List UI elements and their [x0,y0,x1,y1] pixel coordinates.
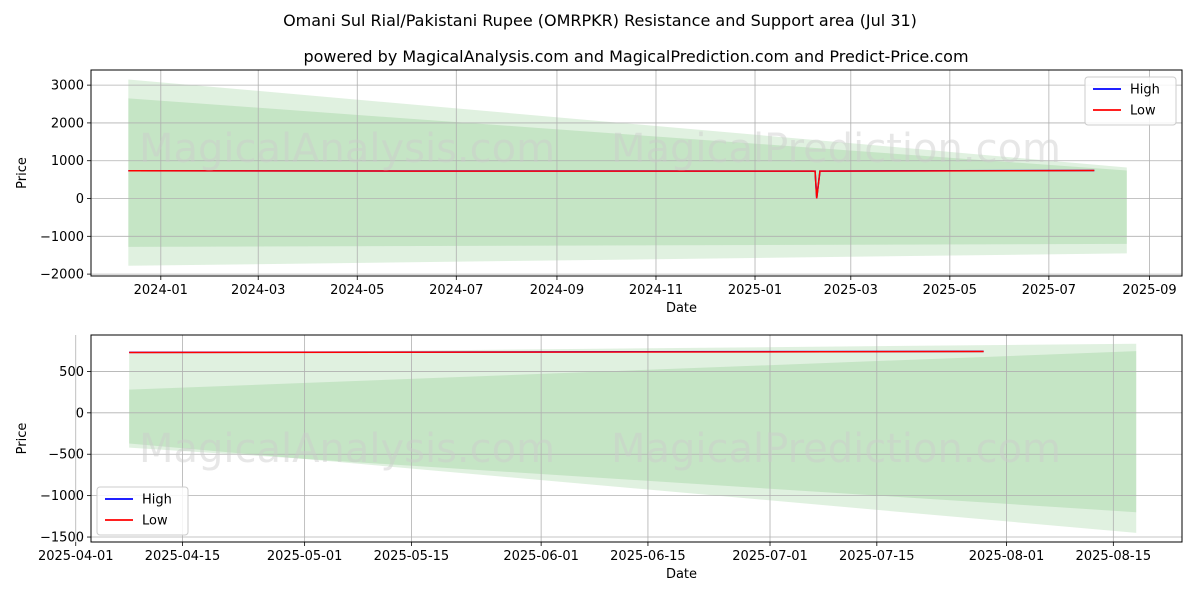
watermark-text: MagicalAnalysis.com [139,426,555,472]
y-tick-label: 2000 [51,116,84,131]
x-tick-label: 2025-01 [728,283,782,298]
watermark-text: MagicalPrediction.com [611,426,1061,472]
x-tick-label: 2024-07 [429,283,483,298]
x-tick-label: 2025-05 [923,283,977,298]
y-tick-label: −1000 [40,489,84,504]
legend-label-low: Low [1130,104,1156,119]
x-tick-label: 2025-07-15 [839,549,915,564]
x-tick-label: 2025-07 [1022,283,1076,298]
legend-label-high: High [142,493,172,508]
series-line-low [129,350,984,354]
x-tick-label: 2024-09 [530,283,584,298]
x-tick-label: 2025-07-01 [732,549,808,564]
x-tick-label: 2024-03 [231,283,285,298]
y-tick-label: −500 [48,448,84,463]
x-tick-label: 2025-06-01 [503,549,579,564]
chart-canvas: Omani Sul Rial/Pakistani Rupee (OMRPKR) … [15,11,1183,582]
x-tick-label: 2025-08-15 [1076,549,1152,564]
x-tick-label: 2025-04-01 [38,549,114,564]
x-tick-label: 2025-05-15 [374,549,450,564]
y-tick-label: −1500 [40,531,84,546]
legend: High Low [96,486,189,536]
y-axis-label: Price [15,157,30,189]
y-tick-label: 0 [76,192,84,207]
watermark-text: MagicalPrediction.com [611,126,1061,172]
panel-2: 2025-04-01 2025-04-15 2025-05-01 2025-05-15… [15,334,1183,582]
x-tick-label: 2024-01 [134,283,188,298]
y-tick-label: 3000 [51,79,84,94]
x-axis-label: Date [666,567,697,582]
y-tick-label: 0 [76,406,84,421]
band-area-2 [128,98,1127,247]
watermark-text: MagicalAnalysis.com [139,126,555,172]
x-tick-label: 2024-05 [330,283,384,298]
x-tick-label: 2025-06-15 [610,549,686,564]
x-tick-label: 2025-03 [824,283,878,298]
x-tick-label: 2025-04-15 [145,549,221,564]
y-tick-label: 500 [59,365,84,380]
x-tick-label: 2025-05-01 [267,549,343,564]
x-tick-label: 2025-09 [1122,283,1176,298]
y-axis-label: Price [15,423,30,455]
x-axis-label: Date [666,301,697,316]
panel-1: 2024-01 2024-03 2024-05 2024-07 2024-09 2024-… [15,69,1183,316]
chart-subtitle: powered by MagicalAnalysis.com and Magic… [303,47,968,66]
chart-title: Omani Sul Rial/Pakistani Rupee (OMRPKR) … [283,11,917,30]
legend-label-low: Low [142,514,168,529]
x-tick-label: 2025-08-01 [969,549,1045,564]
y-tick-label: −2000 [40,268,84,283]
y-tick-label: −1000 [40,230,84,245]
legend: High Low [1084,76,1177,126]
x-tick-label: 2024-11 [629,283,683,298]
legend-label-high: High [1130,83,1160,98]
y-tick-label: 1000 [51,154,84,169]
